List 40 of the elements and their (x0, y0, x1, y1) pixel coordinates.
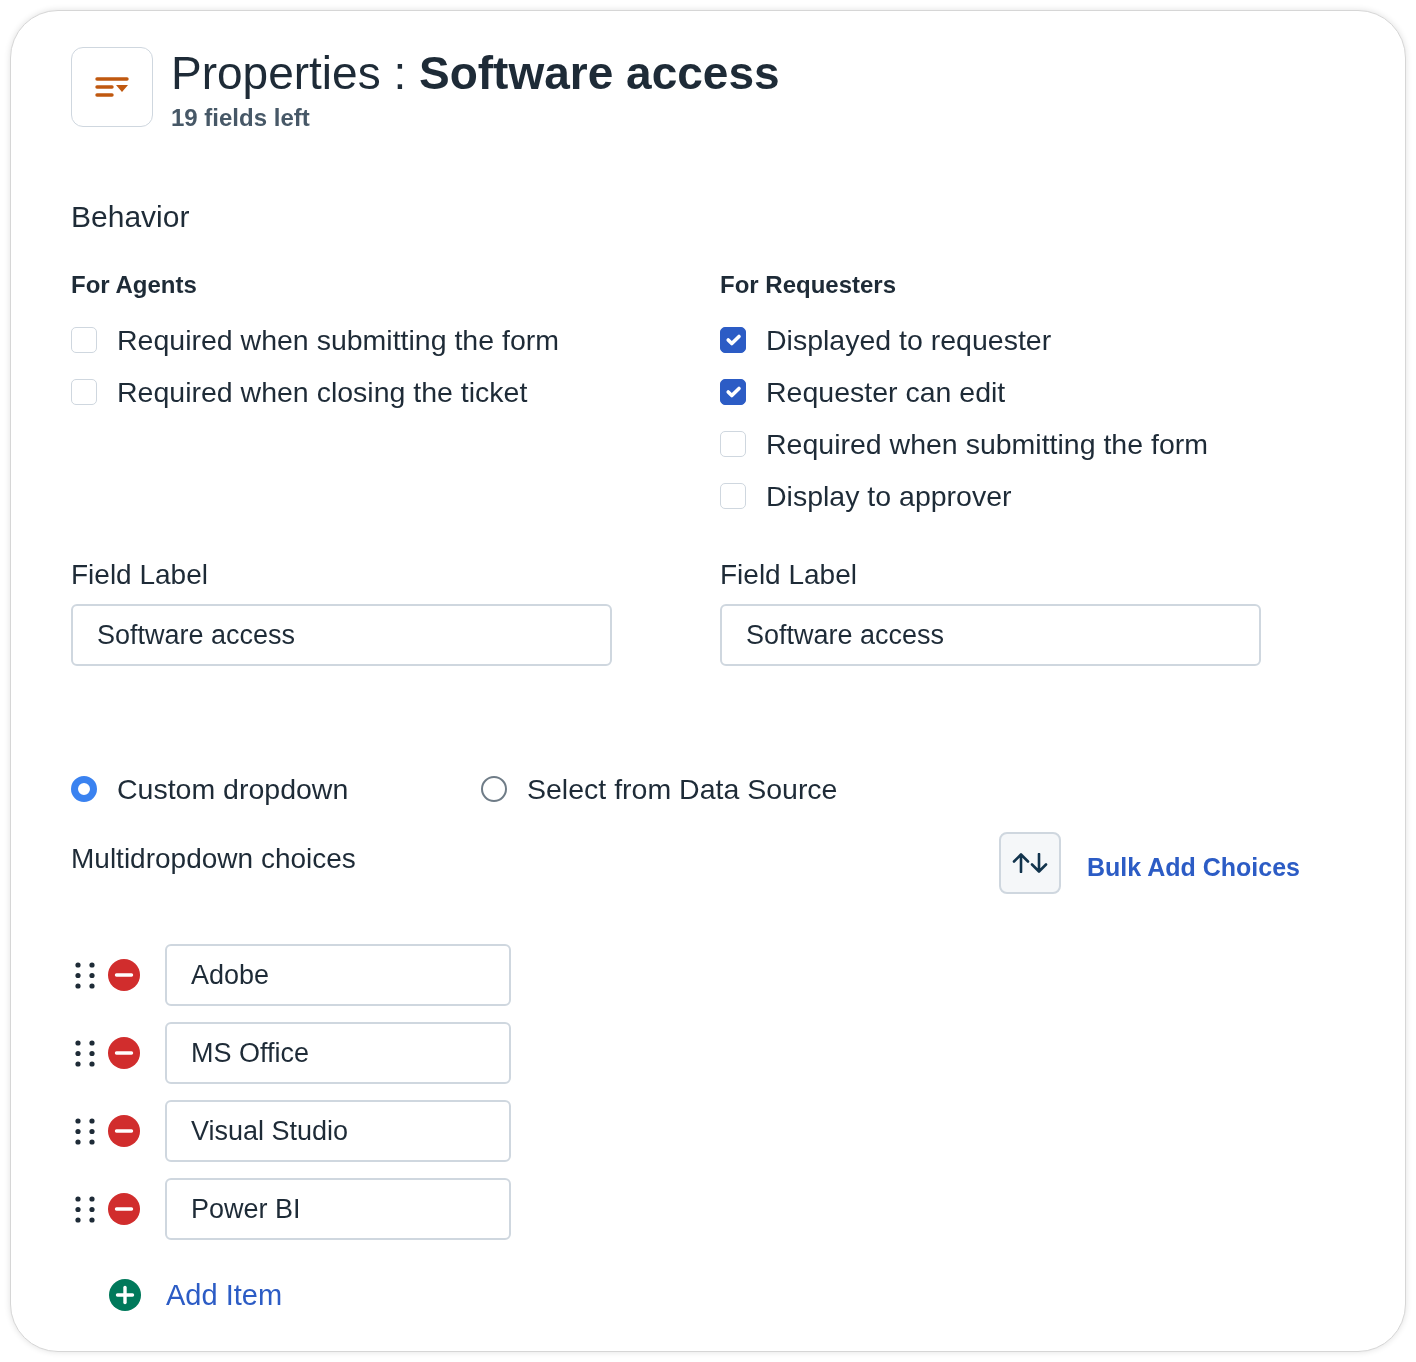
drag-handle-icon[interactable] (75, 1117, 95, 1145)
dropdown-list-icon (71, 47, 153, 127)
drag-handle-icon[interactable] (75, 1039, 95, 1067)
group-heading: For Agents (71, 270, 198, 300)
fields-left-count: 19 fields left (171, 103, 311, 133)
checkbox-label: Required when closing the ticket (117, 375, 528, 409)
checkbox[interactable] (720, 379, 746, 405)
minus-circle-icon[interactable] (108, 1115, 140, 1147)
section-heading: Behavior (71, 199, 191, 235)
text-field[interactable]: MS Office (165, 1022, 511, 1084)
group-heading: For Requesters (720, 270, 898, 300)
checkbox-label: Required when submitting the form (117, 323, 559, 357)
text-field[interactable]: Visual Studio (165, 1100, 511, 1162)
drag-handle-icon[interactable] (75, 1195, 95, 1223)
minus-circle-icon[interactable] (108, 959, 140, 991)
checkbox-label: Required when submitting the form (766, 427, 1208, 461)
radio-button[interactable] (481, 776, 507, 802)
section-heading: Multidropdown choices (71, 842, 356, 876)
page-title: Properties : Software access (171, 47, 780, 99)
checkbox[interactable] (720, 327, 746, 353)
add-item-button[interactable]: Add Item (109, 1275, 283, 1315)
checkbox-label: Requester can edit (766, 375, 1006, 409)
field-label: Field Label (720, 558, 858, 592)
radio-label: Custom dropdown (117, 772, 349, 806)
sort-arrows-icon (1012, 853, 1048, 873)
sort-button[interactable] (999, 832, 1061, 894)
minus-circle-icon[interactable] (108, 1193, 140, 1225)
checkbox-label: Display to approver (766, 479, 1012, 513)
field-label: Field Label (71, 558, 209, 592)
text-field[interactable]: Software access (71, 604, 612, 666)
text-field[interactable]: Adobe (165, 944, 511, 1006)
plus-circle-icon (109, 1279, 141, 1311)
checkbox-label: Displayed to requester (766, 323, 1052, 357)
minus-circle-icon[interactable] (108, 1037, 140, 1069)
text-field[interactable]: Power BI (165, 1178, 511, 1240)
radio-button[interactable] (71, 776, 97, 802)
bulk-add-link[interactable]: Bulk Add Choices (1087, 849, 1300, 887)
radio-label: Select from Data Source (527, 772, 838, 806)
text-field[interactable]: Software access (720, 604, 1261, 666)
drag-handle-icon[interactable] (75, 961, 95, 989)
